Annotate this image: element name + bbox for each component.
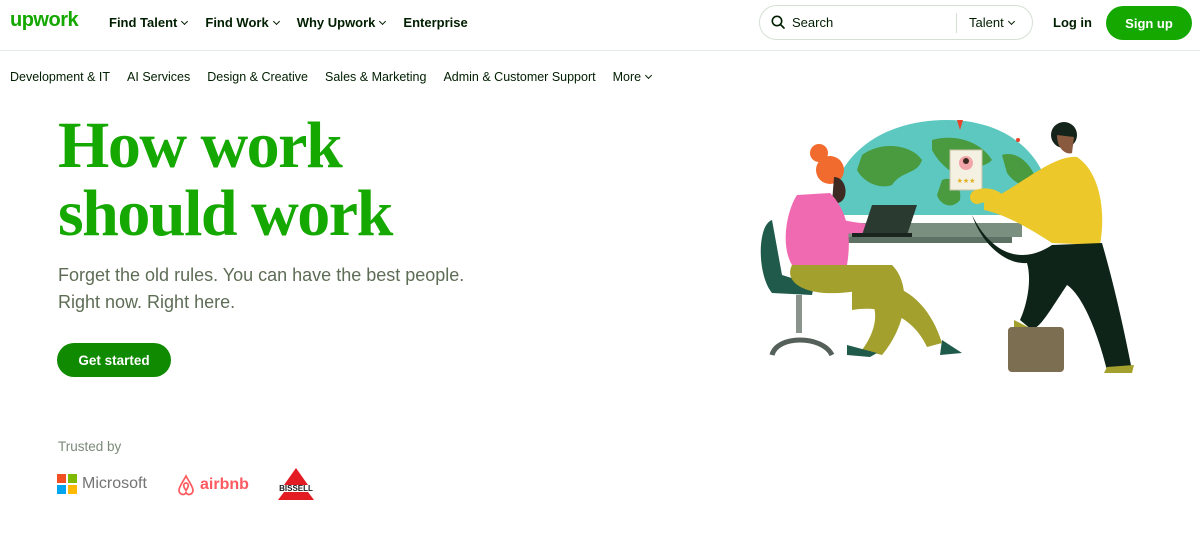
- nav-enterprise-label: Enterprise: [403, 15, 468, 30]
- nav-find-talent-label: Find Talent: [109, 15, 178, 30]
- chevron-down-icon: [181, 17, 189, 25]
- chevron-down-icon: [379, 17, 387, 25]
- airbnb-wordmark: airbnb: [200, 476, 249, 493]
- chevron-down-icon: [645, 71, 653, 80]
- upwork-logo[interactable]: upwork: [10, 9, 79, 32]
- category-ai-services[interactable]: AI Services: [127, 70, 190, 84]
- hero-title-line-1: How work: [58, 109, 343, 182]
- nav-find-talent[interactable]: Find Talent: [109, 15, 189, 30]
- chevron-down-icon: [1007, 17, 1015, 25]
- microsoft-wordmark: Microsoft: [82, 475, 147, 492]
- search-label: Search: [792, 15, 834, 30]
- search-type-label: Talent: [969, 15, 1004, 30]
- search-bar[interactable]: Search Talent: [759, 5, 1033, 40]
- nav-enterprise[interactable]: Enterprise: [403, 15, 467, 30]
- svg-text:★★★: ★★★: [957, 177, 976, 185]
- hero-subtitle: Forget the old rules. You can have the b…: [58, 262, 464, 316]
- category-nav: Development & IT AI Services Design & Cr…: [10, 70, 668, 84]
- category-sales-marketing[interactable]: Sales & Marketing: [325, 70, 426, 84]
- trusted-by-label: Trusted by: [58, 439, 122, 454]
- top-header: upwork Find Talent Find Work Why Upwork …: [0, 0, 1200, 51]
- hero-subtitle-line-2: Right now. Right here.: [58, 292, 236, 312]
- category-admin-support[interactable]: Admin & Customer Support: [443, 70, 595, 84]
- search-type-dropdown[interactable]: Talent: [969, 15, 1015, 30]
- hero-subtitle-line-1: Forget the old rules. You can have the b…: [58, 265, 465, 285]
- microsoft-windows-icon: [57, 474, 77, 494]
- bissell-logo: BISSELL: [272, 467, 320, 506]
- category-more[interactable]: More: [612, 70, 653, 84]
- category-design-creative[interactable]: Design & Creative: [207, 70, 308, 84]
- get-started-button[interactable]: Get started: [57, 343, 171, 377]
- bissell-logo-mark: BISSELL: [272, 468, 320, 500]
- airbnb-belo-icon: [178, 474, 194, 496]
- nav-why-upwork[interactable]: Why Upwork: [296, 15, 387, 30]
- login-link[interactable]: Log in: [1053, 15, 1092, 30]
- signup-button[interactable]: Sign up: [1106, 6, 1192, 40]
- microsoft-logo: Microsoft: [57, 474, 147, 494]
- hero-title: How work should work: [58, 109, 393, 250]
- nav-find-work-label: Find Work: [205, 15, 269, 30]
- category-more-label: More: [612, 70, 642, 84]
- hero-illustration: ★★★: [760, 120, 1134, 373]
- search-divider: [956, 13, 957, 33]
- nav-find-work[interactable]: Find Work: [205, 15, 280, 30]
- chevron-down-icon: [272, 17, 280, 25]
- category-development-it[interactable]: Development & IT: [10, 70, 110, 84]
- main-nav: Find Talent Find Work Why Upwork Enterpr…: [109, 15, 486, 30]
- search-icon: [771, 15, 785, 29]
- airbnb-logo: airbnb: [176, 474, 249, 496]
- bissell-wordmark: BISSELL: [279, 484, 313, 493]
- nav-why-upwork-label: Why Upwork: [296, 15, 376, 30]
- hero-title-line-2: should work: [58, 177, 393, 250]
